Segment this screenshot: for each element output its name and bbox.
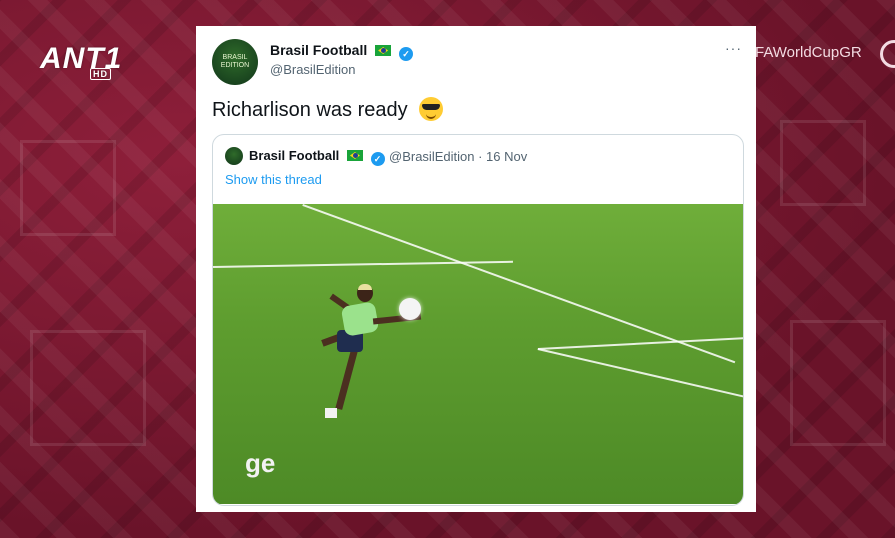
ge-watermark: ge (245, 448, 276, 478)
hashtag-overlay: FAWorldCupGR (755, 44, 862, 61)
author-avatar[interactable]: BRASIL EDITION (212, 39, 258, 85)
player-leg (335, 350, 358, 410)
bg-decoration (20, 140, 116, 236)
brazil-flag-icon (375, 45, 392, 56)
tweet-card[interactable]: BRASIL EDITION Brasil Football ✓ @Brasil… (196, 26, 756, 512)
hd-badge: HD (90, 68, 111, 80)
quoted-author-name: Brasil Football (249, 148, 340, 163)
show-thread-link[interactable]: Show this thread (225, 172, 322, 187)
more-options-icon[interactable]: ··· (725, 40, 742, 56)
author-name-row[interactable]: Brasil Football ✓ (270, 42, 414, 61)
verified-badge-icon: ✓ (399, 47, 414, 61)
player-sock (325, 408, 337, 418)
bg-decoration (780, 120, 866, 206)
pitch-line (537, 348, 743, 400)
quoted-tweet[interactable]: Brasil Football ✓ @BrasilEdition · 16 No… (212, 134, 744, 506)
sunglasses-emoji-icon (419, 97, 444, 121)
author-name: Brasil Football (270, 42, 368, 58)
bg-decoration (790, 320, 886, 446)
pitch-line (538, 336, 743, 350)
quoted-author-name-row[interactable]: Brasil Football ✓ (249, 148, 385, 166)
quoted-meta: @BrasilEdition · 16 Nov (389, 149, 528, 164)
bg-decoration (30, 330, 146, 446)
verified-badge-icon: ✓ (370, 152, 385, 166)
channel-logo: ANT1 HD (40, 42, 121, 80)
author-handle[interactable]: @BrasilEdition (270, 62, 355, 77)
player-hair (358, 284, 372, 290)
avatar-text: BRASIL EDITION (220, 54, 250, 69)
tweet-text: Richarlison was ready (212, 99, 408, 121)
video-media[interactable]: ge (213, 204, 743, 504)
quoted-author-avatar[interactable] (225, 147, 243, 165)
football (399, 298, 421, 320)
brazil-flag-icon (346, 150, 363, 161)
tweet-text-row: Richarlison was ready (212, 97, 444, 122)
